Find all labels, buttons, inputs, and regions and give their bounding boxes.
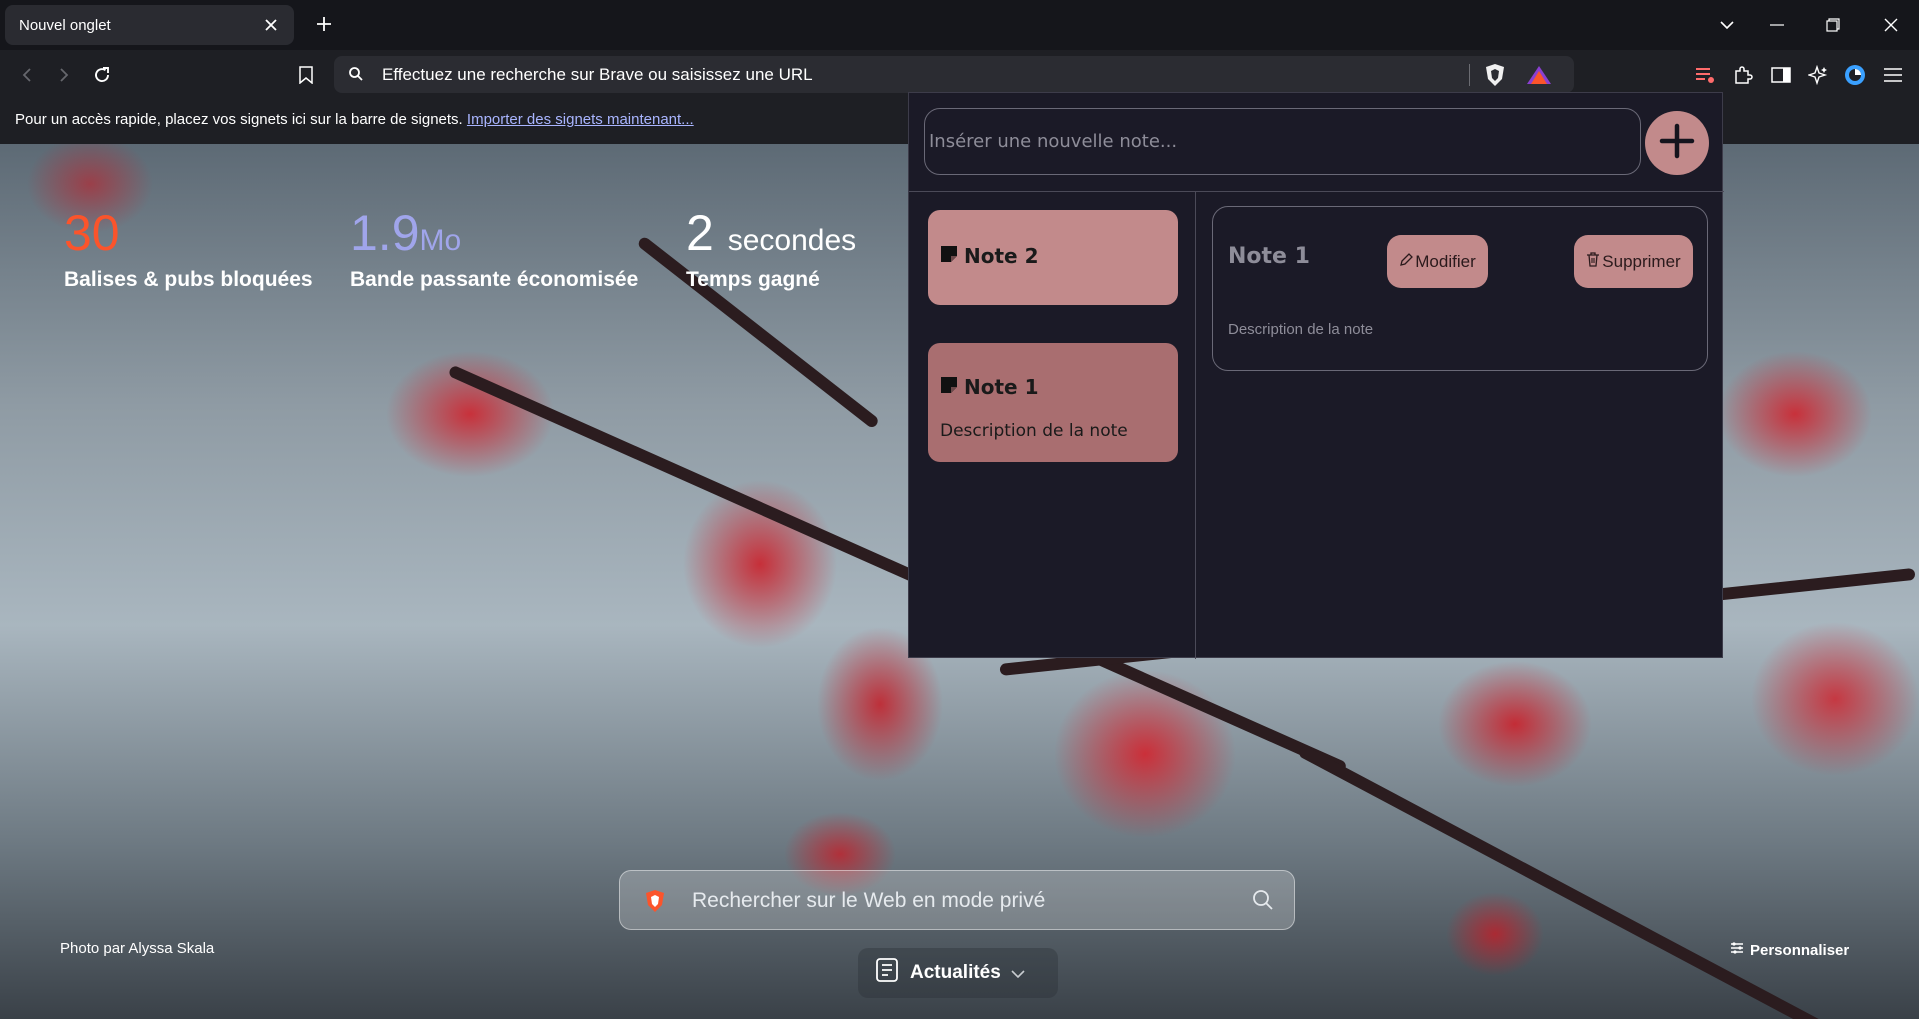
- bandwidth-saved-label: Bande passante économisée: [350, 268, 639, 291]
- customize-label: Personnaliser: [1750, 941, 1850, 959]
- minimize-icon[interactable]: [1762, 10, 1792, 40]
- note-detail-description: Description de la note: [1228, 321, 1374, 338]
- trackers-blocked-count: 30: [64, 205, 120, 261]
- chevron-down-icon: [1011, 962, 1025, 984]
- vpn-icon[interactable]: [1841, 61, 1869, 89]
- add-note-button[interactable]: [1645, 111, 1709, 175]
- menu-icon[interactable]: [1879, 61, 1907, 89]
- time-number: 2: [686, 205, 714, 261]
- note-detail-title: Note 1: [1228, 244, 1310, 269]
- popup-divider: [909, 191, 1724, 192]
- time-unit: secondes: [727, 224, 857, 257]
- notes-popup: Note 2 Note 1 Description de la note Not…: [908, 92, 1724, 659]
- time-saved-label: Temps gagné: [686, 268, 820, 291]
- pencil-icon: [1399, 252, 1414, 272]
- news-icon: [874, 957, 900, 989]
- photo-credit[interactable]: Photo par Alyssa Skala: [60, 940, 214, 957]
- sliders-icon: [1730, 941, 1744, 959]
- notes-extension-icon[interactable]: [1691, 61, 1719, 89]
- branch-decoration: [636, 235, 881, 430]
- sticky-note-icon: [940, 375, 958, 399]
- address-bar-text: Effectuez une recherche sur Brave ou sai…: [382, 65, 813, 84]
- delete-note-label: Supprimer: [1602, 251, 1681, 271]
- close-tab-icon[interactable]: [262, 16, 280, 34]
- new-note-input[interactable]: [924, 108, 1641, 175]
- reload-icon[interactable]: [88, 61, 116, 89]
- edit-note-button[interactable]: Modifier: [1387, 235, 1488, 288]
- omnibox-divider: [1469, 64, 1470, 86]
- customize-button[interactable]: Personnaliser: [1730, 941, 1849, 959]
- trackers-blocked-label: Balises & pubs bloquées: [64, 268, 313, 291]
- restore-icon[interactable]: [1818, 10, 1848, 40]
- private-search-input[interactable]: [692, 886, 1212, 916]
- tab-strip: Nouvel onglet: [0, 0, 1919, 50]
- sidebar-icon[interactable]: [1767, 61, 1795, 89]
- brave-logo-icon: [644, 889, 666, 918]
- note-card-title: Note 2: [964, 244, 1039, 268]
- note-detail-panel: Note 1 Modifier Supprimer Description de…: [1212, 206, 1708, 371]
- new-tab-icon[interactable]: [312, 12, 336, 36]
- extensions-puzzle-icon[interactable]: [1729, 61, 1757, 89]
- bandwidth-saved-value: 1.9Mo: [350, 208, 461, 258]
- bookmark-icon[interactable]: [292, 61, 320, 89]
- bookmarks-hint: Pour un accès rapide, placez vos signets…: [15, 111, 463, 128]
- edit-note-label: Modifier: [1415, 251, 1476, 271]
- brave-shields-icon[interactable]: [1484, 63, 1506, 92]
- sticky-note-icon: [940, 244, 958, 268]
- note-card[interactable]: Note 1 Description de la note: [928, 343, 1178, 462]
- tab-search-chevron-icon[interactable]: [1712, 10, 1742, 40]
- search-submit-icon[interactable]: [1252, 889, 1274, 916]
- news-label: Actualités: [910, 962, 1001, 983]
- plus-icon: [1659, 123, 1695, 164]
- bandwidth-number: 1.9: [350, 205, 420, 261]
- note-card-title: Note 1: [964, 375, 1039, 399]
- note-card[interactable]: Note 2: [928, 210, 1178, 305]
- private-search-box[interactable]: [619, 870, 1295, 930]
- time-saved-value: 2 secondes: [686, 208, 856, 258]
- note-card-title-row: Note 2: [940, 244, 1166, 268]
- trash-icon: [1586, 251, 1600, 272]
- tab-title: Nouvel onglet: [19, 16, 111, 34]
- bandwidth-unit: Mo: [419, 224, 462, 257]
- brave-rewards-icon[interactable]: [1526, 65, 1552, 90]
- import-bookmarks-link[interactable]: Importer des signets maintenant...: [467, 111, 694, 128]
- branch-decoration: [1297, 744, 1868, 1019]
- news-toggle[interactable]: Actualités: [858, 948, 1058, 998]
- tab-new-tab[interactable]: Nouvel onglet: [5, 5, 294, 45]
- back-icon[interactable]: [13, 61, 41, 89]
- leo-ai-icon[interactable]: [1804, 61, 1832, 89]
- note-card-description: Description de la note: [940, 421, 1128, 441]
- address-bar[interactable]: Effectuez une recherche sur Brave ou sai…: [334, 56, 1574, 93]
- search-icon: [348, 66, 364, 87]
- close-window-icon[interactable]: [1876, 10, 1906, 40]
- note-card-title-row: Note 1: [940, 375, 1166, 399]
- delete-note-button[interactable]: Supprimer: [1574, 235, 1693, 288]
- forward-icon[interactable]: [50, 61, 78, 89]
- popup-column-divider: [1195, 192, 1196, 659]
